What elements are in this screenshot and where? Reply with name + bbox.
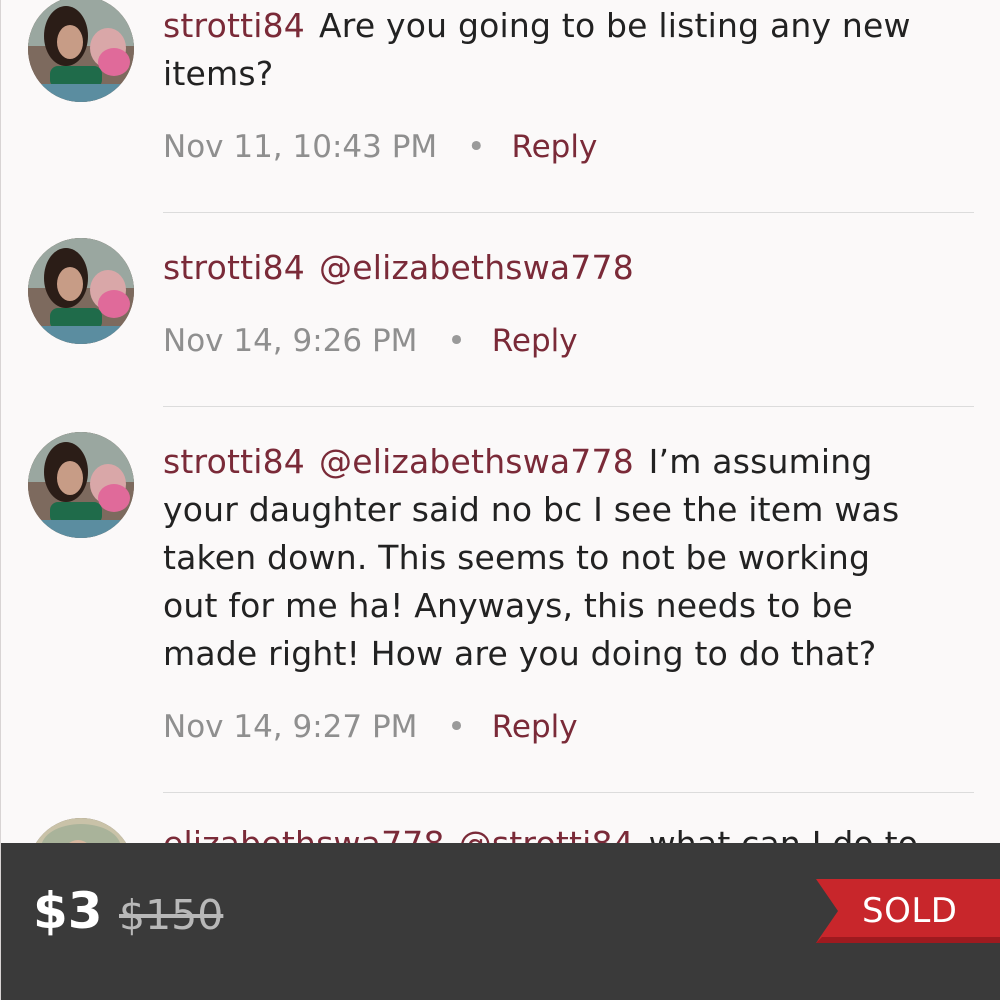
avatar-photo-icon [28,238,134,344]
comment-mention[interactable]: @elizabethswa778 [319,442,634,481]
avatar[interactable] [28,432,134,538]
comment-meta: Nov 14, 9:27 PM • Reply [163,707,578,747]
avatar-photo-icon [28,0,134,102]
comment-body: strotti84 @elizabethswa778 I’m assuming y… [163,438,963,678]
divider [163,406,974,407]
reply-button[interactable]: Reply [511,129,597,165]
comment-mention[interactable]: @elizabethswa778 [319,248,634,287]
separator-dot: • [447,323,466,359]
sold-label: SOLD [862,891,958,931]
separator-dot: • [467,129,486,165]
comment-username[interactable]: strotti84 [163,248,305,287]
comment-text: Are you going to be listing any new [319,6,911,45]
comment-text: made right! How are you doing to do that… [163,634,877,673]
comment-meta: Nov 11, 10:43 PM • Reply [163,127,597,167]
divider [163,792,974,793]
comment-meta: Nov 14, 9:26 PM • Reply [163,321,578,361]
avatar[interactable] [28,0,134,102]
comment-username[interactable]: strotti84 [163,6,305,45]
divider [163,212,974,213]
comment-body: strotti84 @elizabethswa778 [163,244,963,292]
comment-text: I’m assuming [648,442,873,481]
comment-timestamp: Nov 14, 9:26 PM [163,323,418,359]
comment-text: taken down. This seems to not be working [163,538,871,577]
comments-screen: strotti84 Are you going to be listing any… [0,0,1000,1000]
original-price: $150 [119,891,224,939]
sold-banner: SOLD [816,879,1000,943]
avatar-photo-icon [28,432,134,538]
comment-username[interactable]: strotti84 [163,442,305,481]
comment-timestamp: Nov 11, 10:43 PM [163,129,438,165]
avatar[interactable] [28,238,134,344]
comment-body: strotti84 Are you going to be listing any… [163,2,963,98]
price: $3 [33,882,103,940]
listing-footer: $3 $150 SOLD [1,843,1000,1000]
reply-button[interactable]: Reply [492,709,578,745]
comment-text: out for me ha! Anyways, this needs to be [163,586,853,625]
comment-timestamp: Nov 14, 9:27 PM [163,709,418,745]
reply-button[interactable]: Reply [492,323,578,359]
comment-text: items? [163,54,274,93]
comment-text: your daughter said no bc I see the item … [163,490,900,529]
separator-dot: • [447,709,466,745]
